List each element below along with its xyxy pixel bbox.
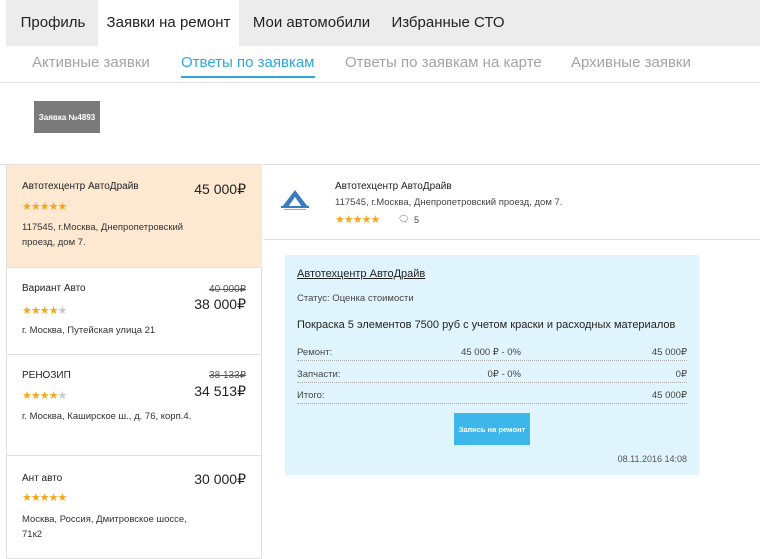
cost-label: Запчасти: (297, 369, 341, 380)
offer-name: Ант авто (22, 473, 63, 484)
comments-count: 5 (414, 215, 420, 225)
star-icon: ★ (48, 390, 59, 402)
company-header: Автотехцентр АвтоДрайв 117545, г.Москва,… (263, 165, 760, 240)
offer-name: РЕНОЗИП (22, 370, 71, 381)
star-icon: ★ (335, 214, 345, 226)
cost-breakdown: 45 000 ₽ - 0% (461, 347, 521, 358)
offer-item[interactable]: Автотехцентр АвтоДрайв 45 000₽ ★★★★★ 117… (7, 165, 262, 268)
offer-address: Москва, Россия, Дмитровское шоссе, 71к2 (22, 514, 187, 540)
cost-breakdown: 0₽ - 0% (487, 369, 521, 380)
offer-price: 34 513₽ (194, 383, 246, 399)
cost-value: 0₽ (675, 369, 687, 380)
star-icon: ★ (48, 492, 59, 504)
star-icon: ★ (343, 214, 354, 226)
offer-item[interactable]: Ант авто 30 000₽ ★★★★★ Москва, Россия, Д… (7, 456, 262, 559)
rating-stars: ★★★★★ (22, 491, 68, 504)
offer-old-price: 38 133₽ (209, 370, 246, 381)
offer-date: 08.11.2016 14:08 (617, 454, 687, 464)
star-icon: ★ (30, 201, 41, 213)
offer-address: г. Москва, Каширское ш., д. 76, корп.4. (22, 411, 192, 422)
star-icon: ★ (370, 214, 381, 226)
star-icon: ★ (48, 305, 59, 317)
rating-stars: ★★★★★ (22, 304, 68, 317)
offer-item[interactable]: Вариант Авто 40 000₽ 38 000₽ ★★★★★ г. Мо… (7, 268, 262, 355)
offer-details-card: Автотехцентр АвтоДрайв Статус: Оценка ст… (285, 255, 699, 475)
star-icon: ★ (30, 390, 41, 402)
offer-item[interactable]: РЕНОЗИП 38 133₽ 34 513₽ ★★★★★ г. Москва,… (7, 355, 262, 456)
star-icon: ★ (39, 201, 50, 213)
cost-row-repair: Ремонт: 45 000 ₽ - 0% 45 000₽ (297, 347, 687, 361)
star-icon: ★ (361, 214, 372, 226)
rating-stars: ★★★★★ (335, 213, 381, 226)
star-icon: ★ (22, 305, 32, 317)
tab-my-cars[interactable]: Мои автомобили (239, 0, 384, 46)
cost-label: Ремонт: (297, 347, 333, 358)
cost-row-total: Итого: 45 000₽ (297, 390, 687, 404)
star-icon: ★ (57, 390, 68, 402)
cost-value: 45 000₽ (651, 347, 687, 358)
subtab-answers-on-map[interactable]: Ответы по заявкам на карте (345, 54, 542, 71)
company-address: 117545, г.Москва, Днепропетровский проез… (335, 197, 563, 208)
subtab-active-requests[interactable]: Активные заявки (32, 54, 150, 71)
offer-price: 30 000₽ (194, 471, 246, 487)
company-name[interactable]: Автотехцентр АвтоДрайв (335, 181, 452, 192)
star-icon: ★ (48, 201, 59, 213)
star-icon: ★ (39, 390, 50, 402)
top-nav: Профиль Заявки на ремонт Мои автомобили … (0, 0, 760, 46)
card-status: Статус: Оценка стоимости (297, 293, 414, 304)
subtab-request-answers[interactable]: Ответы по заявкам (181, 54, 315, 78)
offer-old-price: 40 000₽ (209, 284, 246, 295)
book-repair-button[interactable]: Запись на ремонт (454, 413, 530, 445)
star-icon: ★ (39, 492, 50, 504)
tab-repair-requests[interactable]: Заявки на ремонт (98, 0, 239, 46)
offer-address: г. Москва, Путейская улица 21 (22, 325, 156, 336)
subtab-archived-requests[interactable]: Архивные заявки (571, 54, 691, 71)
offer-price: 38 000₽ (194, 296, 246, 312)
offer-name: Автотехцентр АвтоДрайв (22, 181, 139, 192)
star-icon: ★ (30, 492, 41, 504)
autodrive-logo-icon (281, 190, 309, 210)
sub-nav: Активные заявки Ответы по заявкам Ответы… (0, 46, 760, 83)
star-icon: ★ (39, 305, 50, 317)
star-icon: ★ (22, 201, 32, 213)
comment-icon[interactable]: 🗨 (398, 214, 409, 225)
star-icon: ★ (57, 492, 68, 504)
offer-price: 45 000₽ (194, 181, 246, 197)
tab-favorite-services[interactable]: Избранные СТО (384, 0, 512, 46)
offer-name: Вариант Авто (22, 283, 86, 294)
card-company-link[interactable]: Автотехцентр АвтоДрайв (297, 268, 425, 280)
offer-address: 117545, г.Москва, Днепропетровский проез… (22, 222, 184, 248)
cost-label: Итого: (297, 390, 325, 401)
star-icon: ★ (352, 214, 363, 226)
card-description: Покраска 5 элементов 7500 руб с учетом к… (297, 319, 676, 331)
rating-stars: ★★★★★ (22, 389, 68, 402)
star-icon: ★ (57, 305, 68, 317)
tab-profile[interactable]: Профиль (10, 0, 96, 46)
order-number-button[interactable]: Заявка №4893 (34, 101, 100, 133)
star-icon: ★ (22, 492, 32, 504)
star-icon: ★ (22, 390, 32, 402)
rating-stars: ★★★★★ (22, 200, 68, 213)
star-icon: ★ (30, 305, 41, 317)
cost-row-parts: Запчасти: 0₽ - 0% 0₽ (297, 369, 687, 383)
star-icon: ★ (57, 201, 68, 213)
nav-gap (0, 0, 6, 46)
offers-list: Автотехцентр АвтоДрайв 45 000₽ ★★★★★ 117… (6, 165, 262, 559)
cost-value: 45 000₽ (651, 390, 687, 401)
